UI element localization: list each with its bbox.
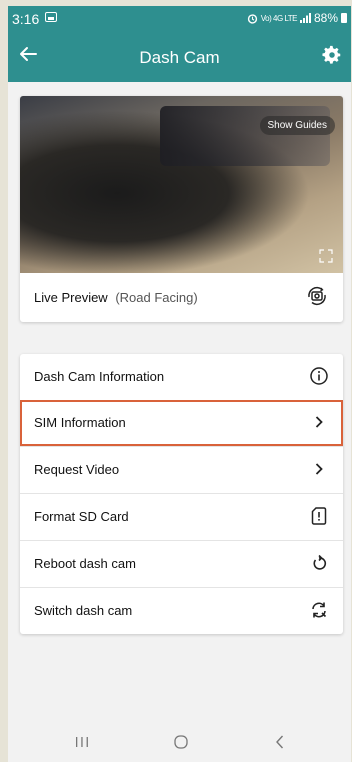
menu-item-label: Dash Cam Information	[34, 369, 165, 384]
battery-icon	[341, 13, 347, 23]
menu-item-reboot-dash-cam[interactable]: Reboot dash cam	[20, 540, 343, 586]
status-time: 3:16	[12, 11, 40, 27]
menu-item-label: Switch dash cam	[34, 603, 133, 618]
menu-item-label: Request Video	[34, 462, 120, 477]
back-nav-icon[interactable]	[270, 732, 290, 752]
sd-card-alert-icon	[311, 507, 327, 525]
phone-screen: 3:16 Vo) 4G LTE 88% Dash Cam Show Guides…	[8, 6, 351, 762]
fullscreen-icon[interactable]	[319, 249, 333, 263]
home-icon[interactable]	[171, 732, 191, 752]
menu-item-request-video[interactable]: Request Video	[20, 446, 343, 492]
camera-feed[interactable]: Show Guides	[20, 96, 343, 273]
info-icon	[310, 367, 328, 385]
system-nav-bar	[8, 722, 351, 762]
signal-icon	[299, 13, 311, 23]
gear-icon[interactable]	[321, 44, 343, 66]
menu-item-sim-information[interactable]: SIM Information	[20, 400, 343, 446]
page-title: Dash Cam	[139, 48, 220, 67]
dash-cam-menu: Dash Cam Information SIM Information Req…	[20, 354, 343, 634]
app-header: 3:16 Vo) 4G LTE 88% Dash Cam	[8, 6, 351, 82]
menu-item-label: Reboot dash cam	[34, 556, 136, 571]
status-indicators: Vo) 4G LTE 88%	[247, 11, 347, 25]
camera-switch-icon[interactable]	[305, 284, 329, 308]
menu-item-dash-cam-information[interactable]: Dash Cam Information	[20, 354, 343, 400]
live-preview-text: Live Preview	[34, 290, 108, 305]
restart-icon	[313, 554, 327, 570]
menu-item-label: SIM Information	[34, 415, 126, 430]
alarm-icon	[247, 13, 257, 24]
gallery-notification-icon	[45, 12, 57, 22]
battery-percent: 88%	[313, 11, 338, 25]
switch-icon	[312, 602, 327, 618]
show-guides-button[interactable]: Show Guides	[259, 116, 335, 135]
menu-item-switch-dash-cam[interactable]: Switch dash cam	[20, 587, 343, 633]
recent-apps-icon[interactable]	[72, 732, 92, 752]
live-preview-label: Live Preview (Road Facing)	[34, 290, 198, 305]
menu-item-format-sd-card[interactable]: Format SD Card	[20, 493, 343, 539]
network-label: Vo) 4G LTE	[260, 13, 298, 23]
chevron-right-icon	[315, 416, 323, 428]
menu-item-label: Format SD Card	[34, 509, 129, 524]
chevron-right-icon	[315, 463, 323, 475]
camera-facing-text: (Road Facing)	[115, 290, 198, 305]
live-preview-card: Show Guides Live Preview (Road Facing)	[20, 96, 343, 322]
